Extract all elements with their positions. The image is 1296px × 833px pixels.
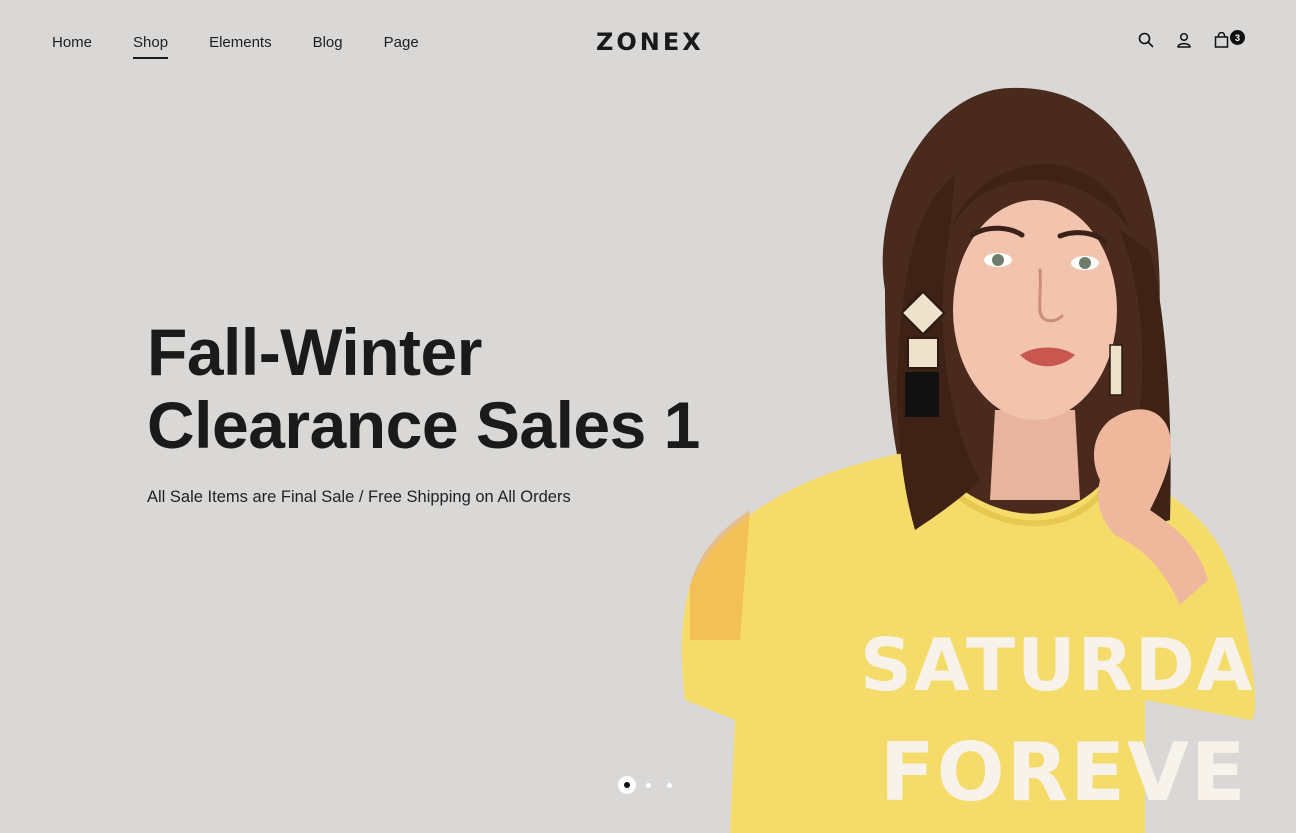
nav-item-elements[interactable]: Elements [209,34,272,55]
account-button[interactable] [1176,32,1192,48]
shirt-print-line2: FOREVE [880,726,1247,819]
cart-count-badge: 3 [1230,30,1245,45]
user-icon [1177,32,1191,48]
main-nav: Home Shop Elements Blog Page [52,34,419,59]
earring-tassel [905,372,939,417]
site-logo[interactable]: ZONEX [596,28,704,56]
shirt-shade [690,510,750,640]
cart-button[interactable]: 3 [1214,30,1246,48]
slider-pagination [618,776,688,794]
nav-item-shop[interactable]: Shop [133,34,169,59]
hero-title-line1: Fall-Winter [147,315,482,389]
slider-dot-3[interactable] [667,782,672,788]
search-button[interactable] [1138,32,1154,48]
slider-dot-2[interactable] [646,782,651,788]
shopping-bag-icon [1214,32,1229,48]
header-actions: 3 [1138,30,1246,48]
hero-title: Fall-Winter Clearance Sales 1 [147,316,767,462]
search-icon [1138,32,1154,48]
neck [990,410,1080,500]
nav-item-home[interactable]: Home [52,34,92,55]
shirt-print-line1: SATURDA [860,623,1255,707]
site-header: Home Shop Elements Blog Page ZONEX 3 [0,0,1296,86]
hero-content: Fall-Winter Clearance Sales 1 All Sale I… [147,316,767,507]
nav-item-page[interactable]: Page [384,34,419,55]
hero-model-image: SATURDA FOREVE [681,87,1256,833]
hero-subtitle: All Sale Items are Final Sale / Free Shi… [147,488,571,506]
earring-mid [907,337,939,369]
slider-dot-1[interactable] [618,776,636,794]
nav-item-blog[interactable]: Blog [313,34,343,55]
hero-title-line2: Clearance Sales 1 [147,388,700,462]
earring-right [1109,344,1123,396]
